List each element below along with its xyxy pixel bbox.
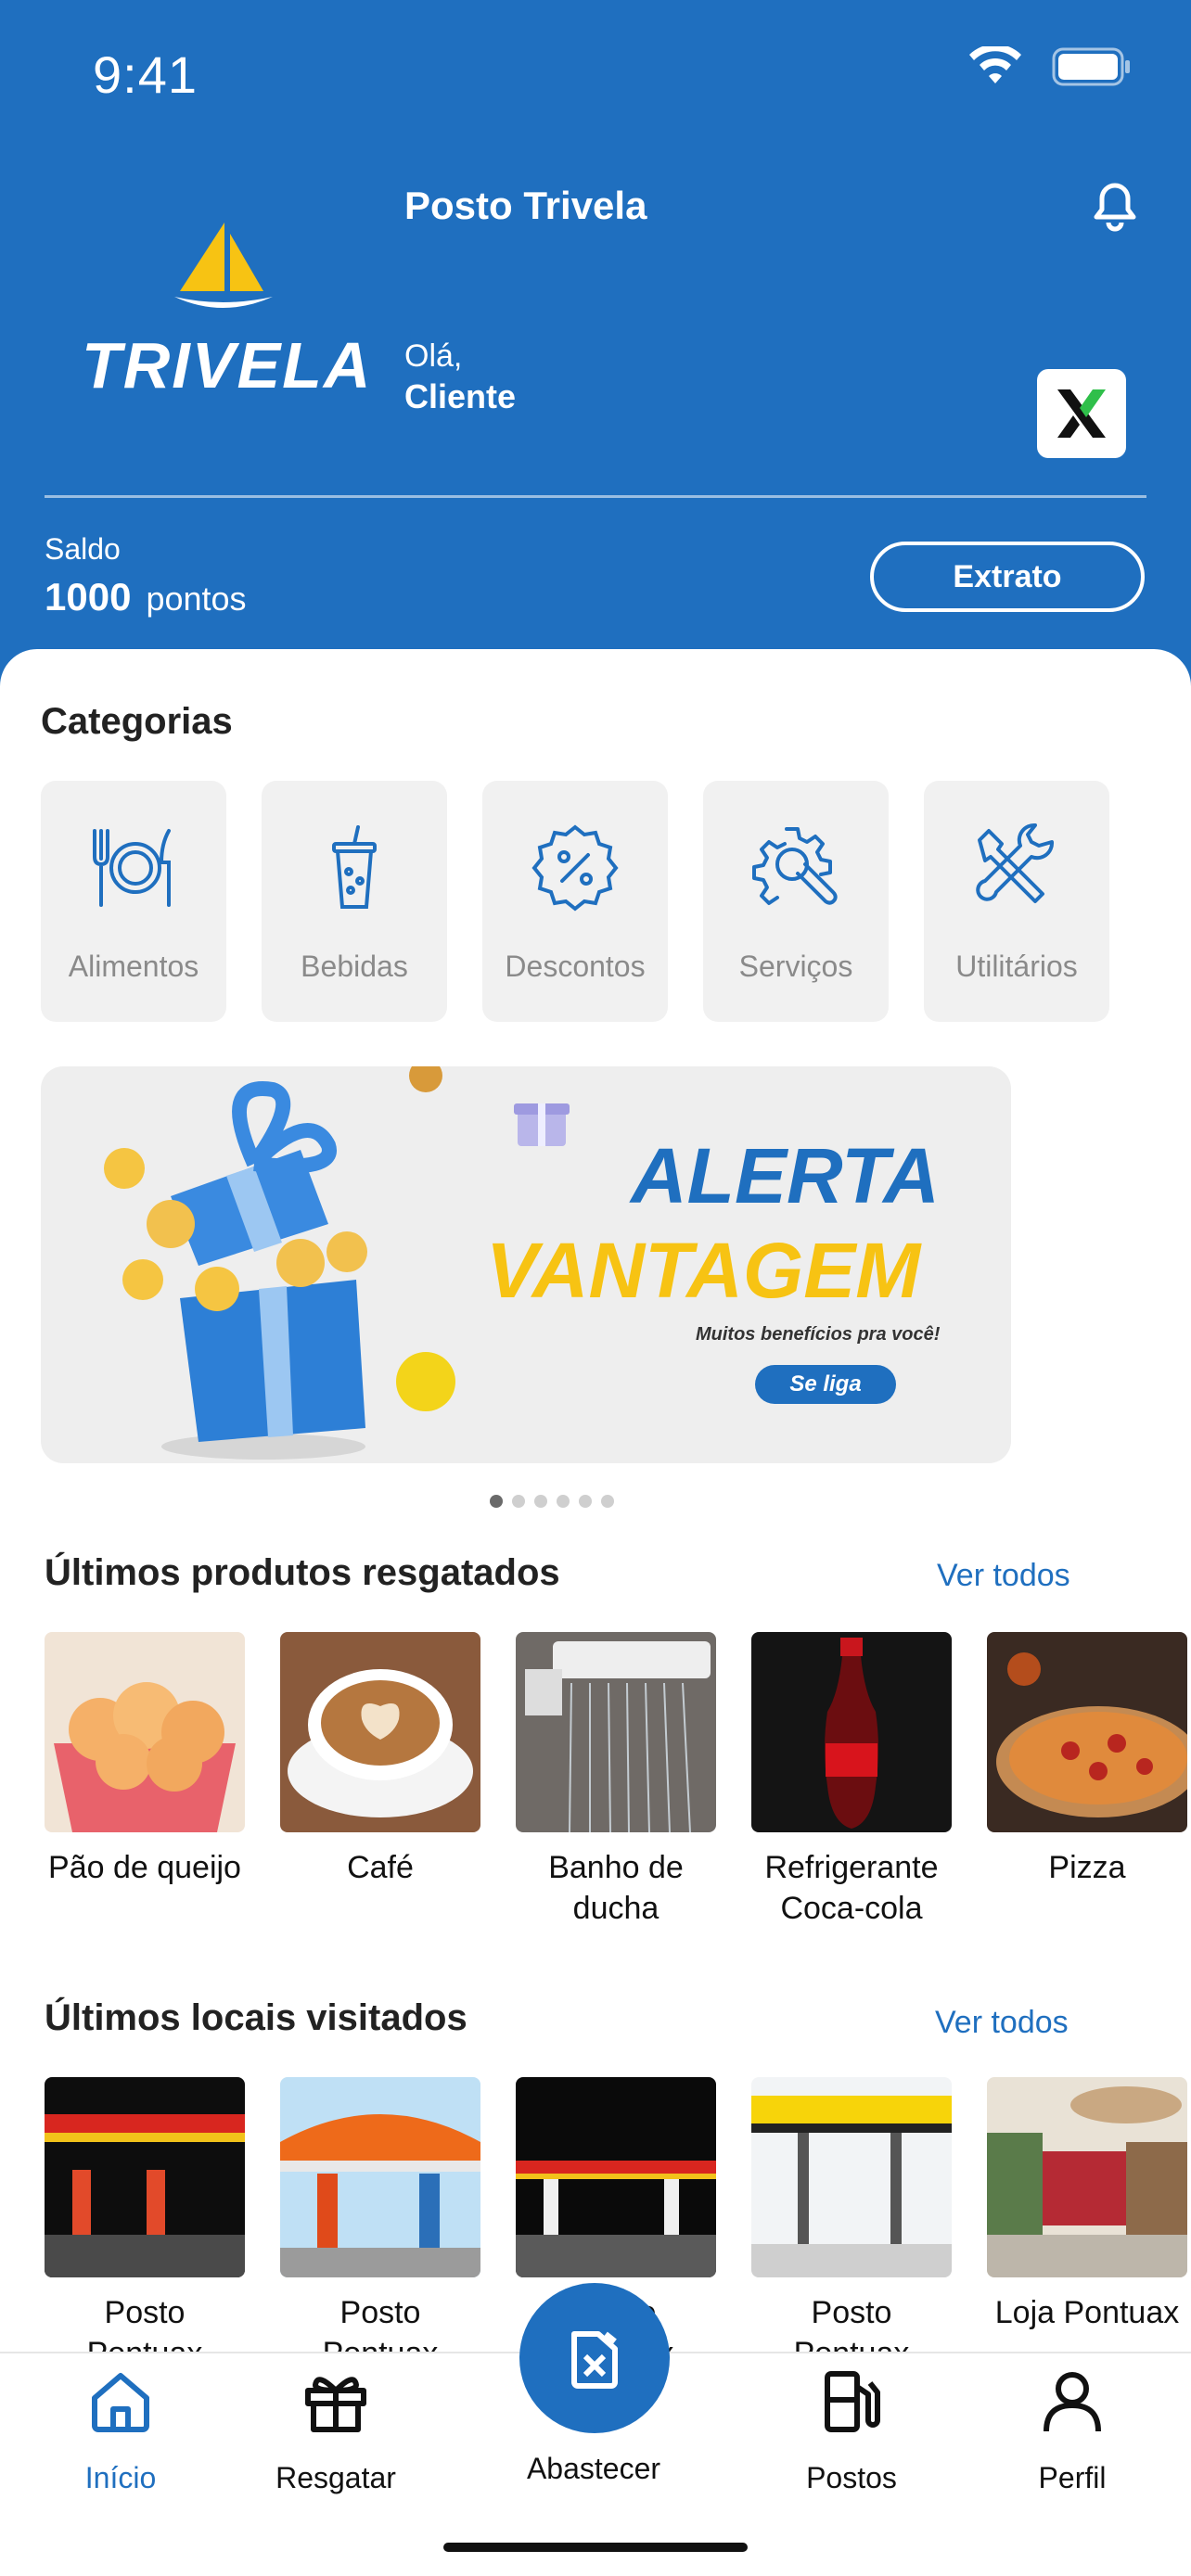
- product-image-banho-de-ducha: [516, 1632, 716, 1832]
- banner-subtitle: Muitos benefícios pra você!: [696, 1324, 941, 1345]
- place-image: [751, 2077, 952, 2277]
- balance-number: 1000: [45, 575, 132, 618]
- place-card[interactable]: Loja Pontuax: [987, 2077, 1187, 2374]
- home-indicator: [443, 2543, 748, 2552]
- header: 9:41 TRIVELA Posto Trivela Olá, Cliente: [0, 0, 1191, 705]
- sailboat-icon: [174, 223, 273, 308]
- product-label: Banho de ducha: [548, 1850, 684, 1926]
- banner-cta-button[interactable]: Se liga: [755, 1365, 896, 1404]
- tools-icon: [976, 823, 1055, 903]
- product-card[interactable]: Pão de queijo: [45, 1632, 245, 1929]
- pagination-dot[interactable]: [512, 1495, 525, 1508]
- recent-products-title: Últimos produtos resgatados: [45, 1552, 560, 1593]
- product-image-coca-cola: [751, 1632, 952, 1832]
- percent-badge-icon: [531, 824, 619, 912]
- abastecer-fab-button[interactable]: [519, 2283, 670, 2433]
- greeting-text: Olá,: [404, 338, 463, 374]
- pagination-dot[interactable]: [490, 1495, 503, 1508]
- wifi-icon: [969, 46, 1021, 83]
- statement-button[interactable]: Extrato: [870, 542, 1145, 612]
- category-bebidas[interactable]: Bebidas: [262, 781, 447, 1022]
- status-time: 9:41: [93, 45, 198, 104]
- product-card[interactable]: Banho de ducha: [516, 1632, 716, 1929]
- tab-perfil[interactable]: Perfil: [980, 2368, 1165, 2495]
- tab-inicio[interactable]: Início: [28, 2368, 213, 2495]
- promo-banner[interactable]: ALERTA VANTAGEM Muitos benefícios pra vo…: [41, 1066, 1011, 1463]
- store-name: Posto Trivela: [404, 184, 647, 227]
- category-list: Alimentos Bebidas Descontos Serviços Uti…: [41, 781, 1109, 1022]
- recent-places-see-all[interactable]: Ver todos: [935, 2005, 1069, 2041]
- place-image: [987, 2077, 1187, 2277]
- product-label: Café: [347, 1850, 414, 1885]
- place-label: Loja Pontuax: [994, 2295, 1180, 2330]
- product-label: Pizza: [1048, 1850, 1126, 1885]
- utensils-icon: [93, 829, 171, 907]
- category-servicos[interactable]: Serviços: [703, 781, 889, 1022]
- recent-products-see-all[interactable]: Ver todos: [937, 1558, 1070, 1594]
- category-label: Utilitários: [955, 950, 1078, 983]
- banner-pagination: [490, 1495, 614, 1508]
- product-card[interactable]: Pizza: [987, 1632, 1187, 1929]
- banner-title-line2: VANTAGEM: [486, 1227, 921, 1314]
- pagination-dot[interactable]: [534, 1495, 547, 1508]
- tab-resgatar[interactable]: Resgatar: [243, 2368, 429, 2495]
- product-image-cafe: [280, 1632, 480, 1832]
- gift-icon: [305, 2377, 366, 2432]
- recent-products-list: Pão de queijo Café Banho de ducha Refrig…: [45, 1632, 1187, 1929]
- gear-wrench-icon: [752, 827, 838, 905]
- header-divider: [45, 495, 1146, 498]
- category-label: Serviços: [738, 950, 853, 983]
- pagination-dot[interactable]: [557, 1495, 570, 1508]
- balance-label: Saldo: [45, 532, 121, 566]
- tab-label: Perfil: [1038, 2461, 1107, 2494]
- tab-label: Postos: [806, 2461, 897, 2494]
- place-image: [516, 2077, 716, 2277]
- home-icon: [92, 2373, 149, 2432]
- x-logo-icon: [1057, 389, 1106, 438]
- product-image-pizza: [987, 1632, 1187, 1832]
- product-label: Pão de queijo: [48, 1850, 241, 1885]
- gas-pump-icon: [825, 2371, 880, 2432]
- place-card[interactable]: Posto Pontuax: [45, 2077, 245, 2374]
- category-label: Descontos: [505, 950, 646, 983]
- user-name: Cliente: [404, 377, 517, 415]
- place-image: [280, 2077, 480, 2277]
- product-image-pao-de-queijo: [45, 1632, 245, 1832]
- battery-icon: [1052, 47, 1130, 86]
- product-label: Refrigerante Coca-cola: [764, 1850, 939, 1926]
- category-alimentos[interactable]: Alimentos: [41, 781, 226, 1022]
- place-card[interactable]: Posto Pontuax: [751, 2077, 952, 2374]
- status-icons: [967, 46, 1132, 87]
- category-utilitarios[interactable]: Utilitários: [924, 781, 1109, 1022]
- balance-value: 1000 pontos: [45, 575, 247, 619]
- banner-title-line1: ALERTA: [631, 1132, 940, 1219]
- pagination-dot[interactable]: [601, 1495, 614, 1508]
- place-card[interactable]: Posto Pontuax: [280, 2077, 480, 2374]
- bell-icon[interactable]: [1091, 180, 1139, 232]
- pagination-dot[interactable]: [579, 1495, 592, 1508]
- tab-label: Resgatar: [275, 2461, 396, 2494]
- place-image: [45, 2077, 245, 2277]
- partner-x-button[interactable]: [1037, 369, 1126, 458]
- logo-text: TRIVELA: [82, 329, 373, 402]
- tab-postos[interactable]: Postos: [759, 2368, 944, 2495]
- product-card[interactable]: Café: [280, 1632, 480, 1929]
- brand-logo: TRIVELA: [82, 219, 370, 404]
- categories-title: Categorias: [41, 701, 233, 742]
- fuel-can-icon: [571, 2331, 618, 2389]
- gift-box-illustration: [104, 1066, 455, 1460]
- category-descontos[interactable]: Descontos: [482, 781, 668, 1022]
- abastecer-label: Abastecer: [526, 2452, 661, 2485]
- small-gift-icon: [514, 1103, 570, 1146]
- category-label: Bebidas: [301, 950, 408, 983]
- product-card[interactable]: Refrigerante Coca-cola: [751, 1632, 952, 1929]
- greeting: Olá, Cliente: [404, 336, 516, 417]
- drink-cup-icon: [332, 825, 377, 909]
- recent-places-title: Últimos locais visitados: [45, 1997, 467, 2038]
- category-label: Alimentos: [68, 950, 199, 983]
- tab-label: Início: [84, 2461, 157, 2494]
- user-icon: [1044, 2372, 1101, 2432]
- balance-unit: pontos: [146, 580, 247, 618]
